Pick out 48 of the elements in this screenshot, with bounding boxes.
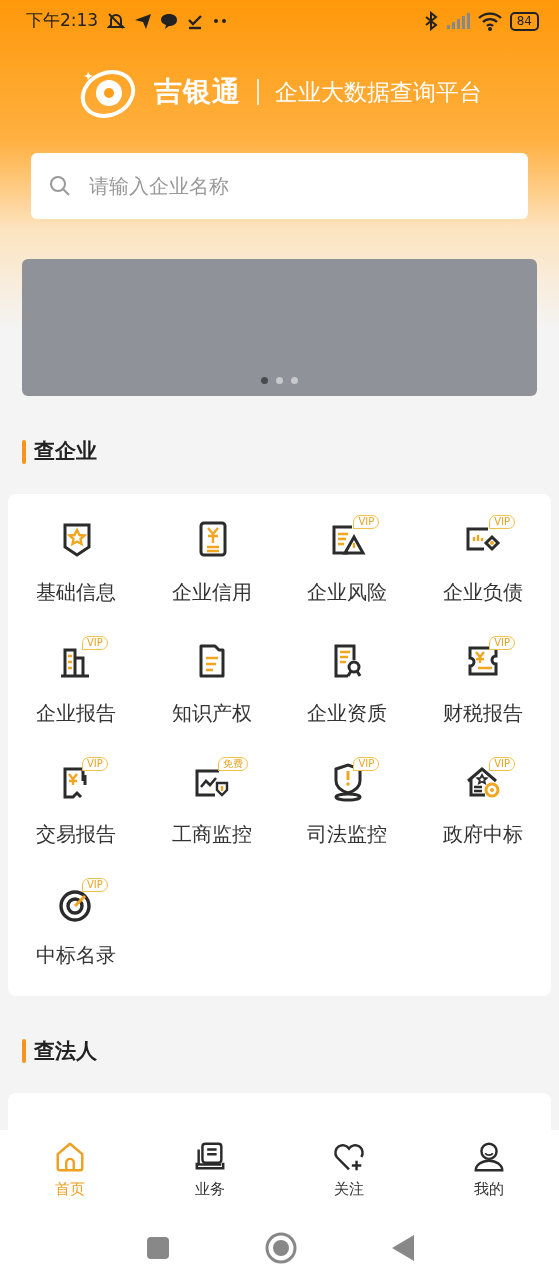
signal-icon [445,12,470,30]
nav-tab[interactable]: 我的 [419,1130,559,1215]
menu-item[interactable]: VIP 交易报告 [8,743,144,865]
vip-tag: 免费 [217,757,248,771]
menu-item[interactable]: 企业信用 [143,501,280,623]
search-bar[interactable]: 请输入企业名称 [31,153,528,219]
vip-tag: VIP [489,515,515,529]
carousel-dot[interactable] [291,377,298,384]
carousel-dot[interactable] [261,377,268,384]
brand-name: 吉银通 [153,74,241,110]
menu-item[interactable]: 基础信息 [8,501,144,623]
chat-icon [160,12,179,30]
vip-tag: VIP [81,878,108,892]
nav-tab[interactable]: 业务 [139,1130,280,1215]
menu-item[interactable]: 企业资质 [279,622,416,744]
carousel-dot[interactable] [276,377,283,384]
section-title: 查法人 [34,1037,97,1065]
send-icon [134,12,153,30]
more-icon [212,17,229,25]
battery-indicator: 84 [509,11,539,31]
menu-item[interactable]: VIP 司法监控 [279,743,416,865]
tagline: 企业大数据查询平台 [274,77,482,107]
wifi-icon [477,11,502,31]
recents-icon [145,1235,170,1260]
search-icon [49,175,71,197]
bluetooth-icon [423,11,438,31]
menu-item[interactable]: 免费 工商监控 [143,743,280,865]
status-time: 下午2:13 [26,9,99,33]
vip-tag: VIP [81,757,108,771]
download-done-icon [186,12,205,30]
home-button-icon [264,1231,297,1264]
menu-item[interactable]: VIP 财税报告 [415,622,551,744]
vip-tag: VIP [353,757,380,771]
menu-item[interactable]: VIP 中标名录 [8,864,144,986]
vip-tag: VIP [489,757,515,771]
vip-tag: VIP [489,636,515,650]
menu-item[interactable]: VIP 企业风险 [279,501,416,623]
back-icon [391,1234,414,1261]
menu-item[interactable]: VIP 政府中标 [415,743,551,865]
menu-item[interactable]: 知识产权 [143,622,280,744]
vip-tag: VIP [81,636,108,650]
nav-tab[interactable]: 关注 [279,1130,420,1215]
mute-icon [106,11,127,31]
search-input[interactable]: 请输入企业名称 [87,170,510,202]
menu-item[interactable]: VIP 企业负债 [415,501,551,623]
section-title: 查企业 [34,438,97,465]
vip-tag: VIP [353,515,380,529]
menu-item[interactable]: VIP 企业报告 [8,622,144,744]
